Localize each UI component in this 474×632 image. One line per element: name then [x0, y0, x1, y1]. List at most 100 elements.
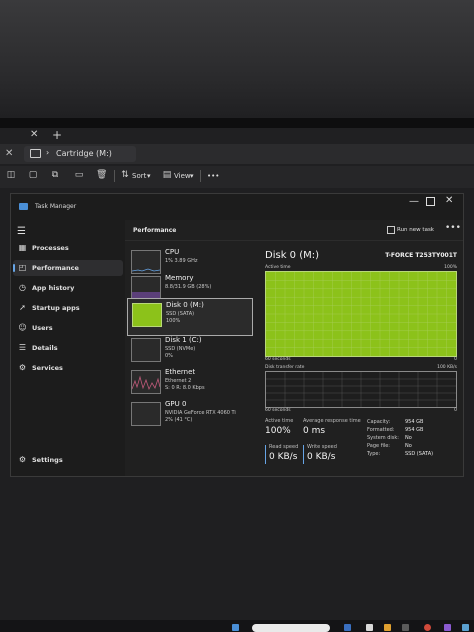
sidebar-item-startup-apps[interactable]: ➚ Startup apps — [13, 300, 123, 316]
sidebar-item-label: Users — [32, 324, 53, 332]
performance-icon: ◰ — [18, 263, 27, 272]
read-speed-label: Read speed — [269, 444, 299, 450]
address-bar[interactable]: › Cartridge (M:) — [24, 146, 136, 162]
device-stat: 8.8/31.9 GB (28%) — [165, 284, 212, 290]
app-icon[interactable] — [444, 624, 451, 631]
property-key: Type: — [367, 451, 381, 457]
device-thumbnail — [131, 276, 161, 300]
device-name: Disk 0 (M:) — [166, 301, 204, 309]
transfer-grid — [266, 372, 456, 407]
chevron-down-icon: ▾ — [190, 172, 194, 180]
users-icon: ☺ — [18, 323, 27, 332]
active-time-grid — [266, 272, 456, 356]
write-speed-marker — [303, 445, 304, 464]
view-icon: ▤ — [162, 170, 172, 180]
sidebar-item-processes[interactable]: ▦ Processes — [13, 240, 123, 256]
sidebar-item-label: Processes — [32, 244, 69, 252]
sort-icon: ⇅ — [121, 170, 129, 180]
active-time-stat-value: 100% — [265, 426, 291, 436]
cut-icon[interactable]: ▢ — [28, 170, 38, 180]
sort-button[interactable]: Sort — [132, 172, 146, 180]
property-value: No — [405, 443, 412, 449]
tab-close-icon[interactable]: ✕ — [30, 129, 38, 140]
device-thumbnail — [132, 303, 162, 327]
disk-title: Disk 0 (M:) — [265, 250, 319, 261]
title-bar[interactable]: Task Manager — ✕ — [11, 194, 463, 220]
app-icon[interactable] — [344, 624, 351, 631]
close-icon[interactable]: ✕ — [445, 195, 453, 206]
active-indicator — [13, 264, 15, 272]
startup-apps-icon: ➚ — [19, 303, 26, 312]
processes-icon: ▦ — [18, 243, 27, 252]
rename-icon[interactable]: ▭ — [74, 170, 84, 180]
property-key: Page file: — [367, 443, 390, 449]
sidebar-item-label: Services — [32, 364, 63, 372]
close-icon[interactable]: ✕ — [5, 148, 13, 159]
new-tab-icon[interactable]: + — [52, 128, 62, 142]
device-item-gpu-0[interactable]: GPU 0 NVIDIA GeForce RTX 4060 Ti 2% (41 … — [127, 398, 251, 434]
device-thumbnail — [131, 370, 161, 394]
start-icon[interactable] — [232, 624, 239, 631]
sidebar-item-label: App history — [32, 284, 75, 292]
sidebar-item-label: Details — [32, 344, 58, 352]
chevron-right-icon: › — [46, 148, 50, 157]
taskbar-search[interactable] — [252, 624, 330, 632]
view-button[interactable]: View — [174, 172, 191, 180]
write-speed-value: 0 KB/s — [307, 452, 336, 462]
cpu-mini-graph — [132, 268, 160, 272]
disk-detail-pane: Disk 0 (M:) T-FORCE T253TY001T Active ti… — [263, 246, 461, 474]
run-new-task-label: Run new task — [397, 227, 434, 233]
run-task-icon — [387, 226, 395, 234]
device-item-disk-1[interactable]: Disk 1 (C:) SSD (NVMe) 0% — [127, 334, 251, 370]
device-name: Memory — [165, 274, 194, 282]
property-key: Formatted: — [367, 427, 395, 433]
response-time-label: Average response time — [303, 418, 361, 424]
device-stat: 0% — [165, 353, 173, 359]
transfer-rate-graph — [265, 371, 457, 408]
hamburger-menu-icon[interactable]: ☰ — [17, 226, 26, 237]
sidebar-item-details[interactable]: ☰ Details — [13, 340, 123, 356]
device-thumbnail — [131, 250, 161, 274]
sidebar-item-label: Performance — [32, 264, 79, 272]
read-speed-value: 0 KB/s — [269, 452, 298, 462]
active-time-stat-label: Active time — [265, 418, 294, 424]
performance-panel: Performance Run new task ••• CPU 1% 3.89… — [125, 220, 463, 476]
device-item-ethernet[interactable]: Ethernet Ethernet 2 S: 0 R: 8.0 Kbps — [127, 366, 251, 402]
device-name: Disk 1 (C:) — [165, 336, 202, 344]
task-manager-window: Task Manager — ✕ ☰ ▦ Processes ◰ Perform… — [10, 193, 464, 477]
sidebar-item-settings[interactable]: ⚙ Settings — [13, 452, 123, 468]
window-title: Task Manager — [35, 203, 77, 210]
app-history-icon: ◷ — [19, 283, 26, 292]
chevron-down-icon: ▾ — [147, 172, 151, 180]
sidebar-item-label: Settings — [32, 456, 63, 464]
copy-icon[interactable]: ⧉ — [50, 170, 60, 180]
disk-model: T-FORCE T253TY001T — [385, 252, 457, 259]
app-icon[interactable] — [462, 624, 469, 631]
folder-icon[interactable] — [384, 624, 391, 631]
panel-header: Performance Run new task ••• — [125, 220, 463, 241]
more-options-button[interactable]: ••• — [207, 172, 219, 180]
maximize-icon[interactable] — [426, 197, 435, 206]
sidebar-item-performance[interactable]: ◰ Performance — [13, 260, 123, 276]
explorer-tab-row — [0, 128, 474, 144]
device-thumbnail — [131, 402, 161, 426]
property-value: SSD (SATA) — [405, 451, 434, 457]
new-item-icon[interactable]: ◫ — [6, 170, 16, 180]
sidebar-item-users[interactable]: ☺ Users — [13, 320, 123, 336]
device-stat: NVIDIA GeForce RTX 4060 Ti — [165, 410, 236, 416]
more-options-button[interactable]: ••• — [445, 223, 461, 233]
app-icon[interactable] — [402, 624, 409, 631]
graph-time-span: 60 seconds — [265, 357, 291, 362]
minimize-icon[interactable]: — — [409, 196, 419, 207]
sidebar-nav: ▦ Processes ◰ Performance ◷ App history … — [11, 240, 125, 472]
device-item-disk-0[interactable]: Disk 0 (M:) SSD (SATA) 100% — [127, 298, 253, 336]
sidebar-item-services[interactable]: ⚙ Services — [13, 360, 123, 376]
graph-min: 0 — [454, 357, 457, 362]
read-speed-marker — [265, 445, 266, 464]
breadcrumb-location[interactable]: Cartridge (M:) — [56, 149, 112, 158]
delete-icon[interactable]: 🗑 — [96, 170, 107, 180]
graph-time-span: 60 seconds — [265, 408, 291, 413]
sidebar-item-app-history[interactable]: ◷ App history — [13, 280, 123, 296]
browser-icon[interactable] — [424, 624, 431, 631]
app-icon[interactable] — [366, 624, 373, 631]
